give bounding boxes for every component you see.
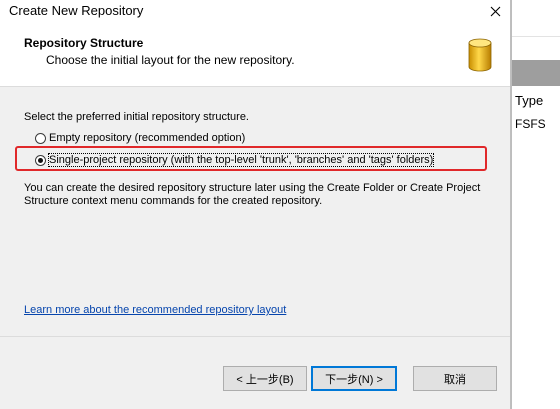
background-header-bar xyxy=(512,60,560,86)
background-divider xyxy=(512,36,560,37)
bottom-separator xyxy=(0,336,510,337)
radio-button-empty[interactable] xyxy=(35,132,46,144)
info-text: You can create the desired repository st… xyxy=(24,182,481,207)
database-icon xyxy=(468,38,492,72)
next-button[interactable]: 下一步(N) > xyxy=(311,366,397,391)
radio-empty-repository[interactable]: Empty repository (recommended option) xyxy=(35,132,245,144)
table-cell-type: FSFS xyxy=(515,117,546,131)
title-bar: Create New Repository xyxy=(0,0,510,22)
close-button[interactable] xyxy=(480,0,510,22)
cancel-button[interactable]: 取消 xyxy=(413,366,497,391)
dialog-title: Create New Repository xyxy=(9,3,144,18)
header-title: Repository Structure xyxy=(24,36,144,50)
highlight-annotation-box xyxy=(15,146,487,171)
back-button[interactable]: < 上一步(B) xyxy=(223,366,307,391)
learn-more-link[interactable]: Learn more about the recommended reposit… xyxy=(24,304,286,316)
column-header-type[interactable]: Type xyxy=(515,93,543,108)
header-subtitle: Choose the initial layout for the new re… xyxy=(46,53,295,67)
create-repository-dialog: Create New Repository Repository Structu… xyxy=(0,0,511,409)
close-icon xyxy=(490,6,500,16)
background-window: Type FSFS xyxy=(511,0,560,409)
wizard-header: Repository Structure Choose the initial … xyxy=(0,22,510,87)
radio-label-empty[interactable]: Empty repository (recommended option) xyxy=(49,132,245,144)
instruction-text: Select the preferred initial repository … xyxy=(24,111,249,123)
